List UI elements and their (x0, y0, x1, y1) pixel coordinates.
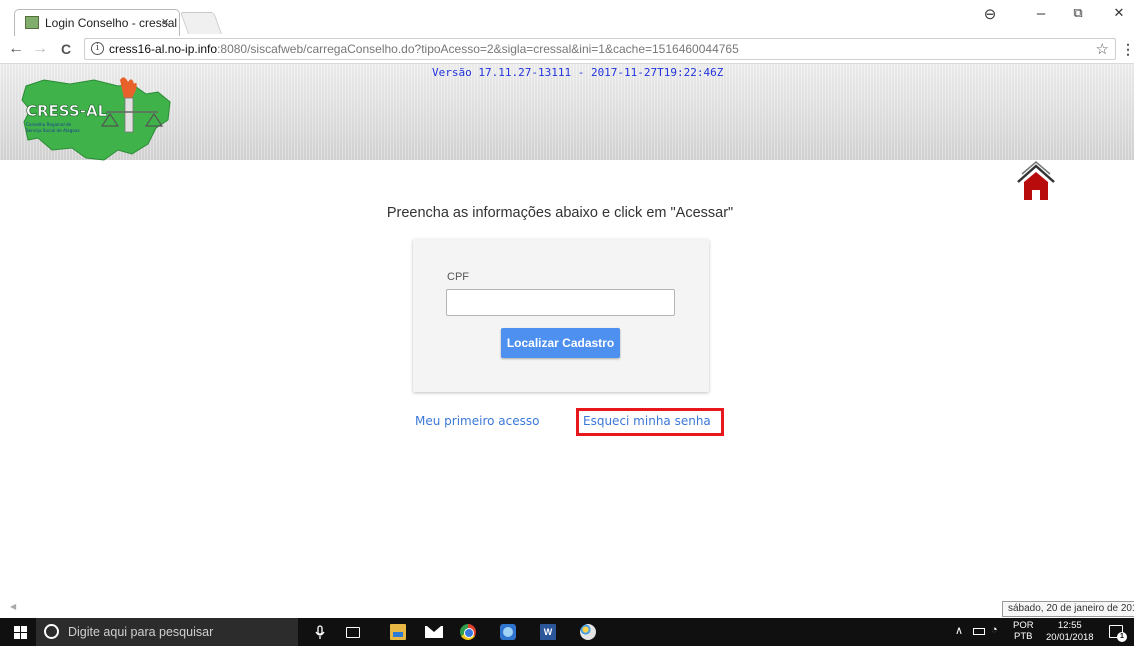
url-field[interactable]: i cress16-al.no-ip.info:8080/siscafweb/c… (84, 38, 1116, 60)
restore-button[interactable]: ⧉ (1063, 5, 1093, 21)
highlight-annotation-box (576, 408, 724, 436)
logo-subtitle-2: Serviço Social de Alagoas (26, 128, 80, 133)
tab-title: Login Conselho - cressal (45, 16, 178, 30)
bookmark-star-icon[interactable]: ☆ (1096, 40, 1109, 58)
battery-icon[interactable] (973, 628, 985, 635)
browser-tab-bar: Login Conselho - cressal × ⊖ – ⧉ ✕ (0, 0, 1134, 36)
date-tooltip: sábado, 20 de janeiro de 2018 (1002, 601, 1134, 617)
file-explorer-icon[interactable] (390, 624, 406, 640)
taskbar-search-box[interactable]: Digite aqui para pesquisar (36, 618, 298, 646)
instruction-text: Preencha as informações abaixo e click e… (0, 205, 1134, 221)
tray-expand-icon[interactable]: ∧ (955, 624, 963, 637)
cpf-label: CPF (447, 271, 469, 283)
favicon-icon (25, 16, 39, 29)
microphone-icon[interactable] (312, 624, 328, 640)
network-icon[interactable]: ◔ (991, 624, 998, 636)
word-icon[interactable]: W (540, 624, 556, 640)
language-indicator[interactable]: POR PTB (1013, 620, 1034, 642)
profile-icon[interactable]: ⊖ (975, 5, 1005, 23)
system-clock[interactable]: 12:55 20/01/2018 (1046, 620, 1094, 644)
paint-icon[interactable] (580, 624, 596, 640)
new-tab-button[interactable] (179, 12, 223, 34)
clock-time: 12:55 (1057, 620, 1082, 631)
cress-al-logo: CRESS-AL Conselho Regional de Serviço So… (21, 77, 171, 161)
chrome-icon[interactable] (460, 624, 476, 640)
language-code: POR (1013, 620, 1034, 631)
screen: Login Conselho - cressal × ⊖ – ⧉ ✕ ← → C… (0, 0, 1134, 646)
localizar-cadastro-button[interactable]: Localizar Cadastro (501, 328, 620, 358)
browser-tab[interactable]: Login Conselho - cressal × (14, 9, 180, 36)
close-window-button[interactable]: ✕ (1104, 5, 1134, 21)
cortana-search-icon (44, 624, 59, 639)
home-icon[interactable] (1014, 160, 1058, 202)
logo-title: CRESS-AL (26, 102, 108, 120)
task-view-icon[interactable] (346, 627, 360, 638)
tab-close-icon[interactable]: × (161, 14, 169, 29)
url-host: cress16-al.no-ip.info (109, 42, 218, 56)
start-icon[interactable] (14, 626, 28, 639)
clock-date: 20/01/2018 (1046, 632, 1094, 643)
reload-button[interactable]: C (56, 41, 76, 57)
scroll-left-arrow-icon[interactable]: ◀ (10, 602, 16, 611)
instruction-label: Preencha as informações abaixo e click e… (386, 205, 734, 221)
back-button[interactable]: ← (6, 40, 26, 58)
forward-button[interactable]: → (30, 40, 50, 58)
notification-center-icon[interactable]: 1 (1109, 625, 1127, 642)
login-card: CPF Localizar Cadastro (413, 239, 709, 392)
notification-count: 1 (1117, 632, 1127, 642)
logo-subtitle-1: Conselho Regional de (26, 122, 72, 127)
app-icon[interactable] (500, 624, 516, 640)
info-icon[interactable]: i (91, 42, 104, 55)
keyboard-layout: PTB (1014, 631, 1033, 642)
minimize-button[interactable]: – (1026, 5, 1056, 22)
taskbar-search-placeholder: Digite aqui para pesquisar (68, 625, 214, 639)
address-toolbar: ← → C i cress16-al.no-ip.info:8080/sisca… (0, 36, 1134, 64)
cpf-input[interactable] (446, 289, 675, 316)
url-text: cress16-al.no-ip.info:8080/siscafweb/car… (109, 42, 739, 56)
windows-taskbar: Digite aqui para pesquisar W ∧ ◔ POR PTB… (0, 618, 1134, 646)
version-text: Versão 17.11.27-13111 - 2017-11-27T19:22… (432, 66, 724, 79)
browser-menu-icon[interactable]: ⋮ (1121, 41, 1134, 58)
url-path: :8080/siscafweb/carregaConselho.do?tipoA… (217, 42, 739, 56)
meu-primeiro-acesso-link[interactable]: Meu primeiro acesso (415, 414, 539, 428)
mail-icon[interactable] (425, 626, 443, 638)
